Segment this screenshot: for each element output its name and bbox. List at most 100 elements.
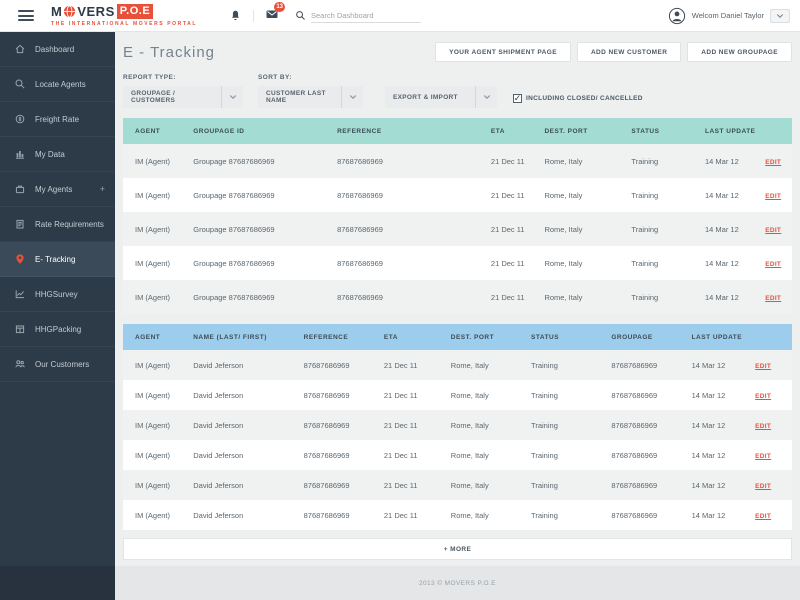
- edit-cell: EDIT: [755, 470, 792, 500]
- cell: 21 Dec 11: [491, 178, 545, 212]
- export-import-select[interactable]: EXPORT & IMPORT: [385, 86, 497, 108]
- cell: 21 Dec 11: [384, 470, 451, 500]
- column-header: DEST. PORT: [451, 324, 531, 350]
- cell: IM (Agent): [123, 212, 193, 246]
- cell: Training: [631, 144, 705, 178]
- sort-by-value: CUSTOMER LAST NAME: [258, 90, 341, 104]
- edit-link[interactable]: EDIT: [755, 453, 771, 460]
- sort-by-label: SORT BY:: [258, 74, 363, 81]
- sidebar-item-label: Freight Rate: [35, 115, 79, 124]
- logo[interactable]: M VERS P.O.E THE INTERNATIONAL MOVERS PO…: [51, 4, 197, 27]
- column-header: NAME (LAST/ FIRST): [193, 324, 303, 350]
- search-icon: [14, 78, 26, 90]
- sidebar-item-label: E- Tracking: [35, 255, 75, 264]
- sidebar-item-hhgpacking[interactable]: HHGPacking: [0, 312, 115, 347]
- avatar-icon[interactable]: [668, 7, 686, 25]
- cell: 14 Mar 12: [692, 440, 756, 470]
- sidebar-item-freight-rate[interactable]: Freight Rate: [0, 102, 115, 137]
- edit-link[interactable]: EDIT: [765, 295, 781, 302]
- add-new-customer-button[interactable]: ADD NEW CUSTOMER: [577, 42, 681, 62]
- table-row: IM (Agent)Groupage 876876869698768768696…: [123, 144, 792, 178]
- customers-table: AGENT NAME (LAST/ FIRST) REFERENCE ETA D…: [123, 324, 792, 530]
- sidebar-item-my-agents[interactable]: My Agents +: [0, 172, 115, 207]
- cell: 87687686969: [611, 470, 691, 500]
- logo-part2: VERS: [77, 5, 114, 18]
- cell: Rome, Italy: [451, 380, 531, 410]
- edit-link[interactable]: EDIT: [755, 483, 771, 490]
- cell: 87687686969: [337, 144, 491, 178]
- column-header: AGENT: [123, 118, 193, 144]
- briefcase-icon: [14, 183, 26, 195]
- sidebar-item-e-tracking[interactable]: E- Tracking: [0, 242, 115, 277]
- column-header: LAST UPDATE: [692, 324, 756, 350]
- edit-cell: EDIT: [765, 280, 792, 314]
- edit-link[interactable]: EDIT: [765, 159, 781, 166]
- sidebar-item-label: HHGPacking: [35, 325, 81, 334]
- cell: 14 Mar 12: [705, 178, 765, 212]
- cell: 87687686969: [337, 246, 491, 280]
- column-header: REFERENCE: [337, 118, 491, 144]
- edit-link[interactable]: EDIT: [755, 363, 771, 370]
- cell: Training: [631, 178, 705, 212]
- cell: Groupage 87687686969: [193, 212, 337, 246]
- cell: Rome, Italy: [451, 440, 531, 470]
- user-menu-button[interactable]: [770, 9, 790, 23]
- cell: Training: [531, 470, 611, 500]
- edit-cell: EDIT: [765, 178, 792, 212]
- edit-link[interactable]: EDIT: [765, 193, 781, 200]
- map-pin-icon: [14, 253, 26, 265]
- column-header: GROUPAGE ID: [193, 118, 337, 144]
- edit-link[interactable]: EDIT: [765, 261, 781, 268]
- sidebar-item-rate-requirements[interactable]: Rate Requirements: [0, 207, 115, 242]
- cell: 14 Mar 12: [705, 280, 765, 314]
- table-row: IM (Agent)Groupage 876876869698768768696…: [123, 212, 792, 246]
- sidebar-item-locate-agents[interactable]: Locate Agents: [0, 67, 115, 102]
- cell: Rome, Italy: [451, 470, 531, 500]
- your-agent-shipment-page-button[interactable]: YOUR AGENT SHIPMENT PAGE: [435, 42, 571, 62]
- page-title: E - Tracking: [123, 44, 215, 61]
- cell: 21 Dec 11: [384, 350, 451, 380]
- edit-link[interactable]: EDIT: [765, 227, 781, 234]
- cell: Rome, Italy: [544, 144, 631, 178]
- cell: 14 Mar 12: [705, 144, 765, 178]
- line-chart-icon: [14, 288, 26, 300]
- cell: IM (Agent): [123, 410, 193, 440]
- edit-column-header: [755, 324, 792, 350]
- edit-link[interactable]: EDIT: [755, 393, 771, 400]
- sidebar-item-my-data[interactable]: My Data: [0, 137, 115, 172]
- search-input[interactable]: [311, 9, 421, 23]
- bell-icon[interactable]: [229, 9, 242, 22]
- expand-plus-icon[interactable]: +: [100, 184, 105, 194]
- including-closed-checkbox[interactable]: ✓ INCLUDING CLOSED/ CANCELLED: [513, 94, 643, 103]
- sidebar-item-dashboard[interactable]: Dashboard: [0, 32, 115, 67]
- copyright-text: 2013 © MOVERS P.O.E: [419, 580, 496, 587]
- cell: Training: [531, 380, 611, 410]
- search-box: [295, 9, 421, 23]
- cell: 14 Mar 12: [692, 380, 756, 410]
- search-icon: [295, 10, 306, 21]
- sidebar-item-our-customers[interactable]: Our Customers: [0, 347, 115, 382]
- logo-badge: P.O.E: [117, 4, 153, 19]
- page-actions: YOUR AGENT SHIPMENT PAGE ADD NEW CUSTOME…: [435, 42, 792, 62]
- chevron-down-icon: [475, 86, 497, 108]
- cell: 87687686969: [337, 178, 491, 212]
- report-type-select[interactable]: GROUPAGE / CUSTOMERS: [123, 86, 243, 108]
- add-new-groupage-button[interactable]: ADD NEW GROUPAGE: [687, 42, 792, 62]
- menu-toggle-icon[interactable]: [18, 10, 34, 21]
- messages-icon[interactable]: 13: [265, 7, 279, 25]
- edit-column-header: [765, 118, 792, 144]
- user-welcome-text: Welcom Daniel Taylor: [692, 11, 764, 20]
- edit-cell: EDIT: [755, 440, 792, 470]
- edit-link[interactable]: EDIT: [755, 423, 771, 430]
- cell: 21 Dec 11: [384, 440, 451, 470]
- more-button[interactable]: + MORE: [123, 538, 792, 560]
- edit-link[interactable]: EDIT: [755, 513, 771, 520]
- sidebar-item-label: HHGSurvey: [35, 290, 78, 299]
- sort-by-select[interactable]: CUSTOMER LAST NAME: [258, 86, 363, 108]
- cell: Training: [631, 280, 705, 314]
- sidebar-item-hhgsurvey[interactable]: HHGSurvey: [0, 277, 115, 312]
- cell: 87687686969: [611, 350, 691, 380]
- cell: 14 Mar 12: [705, 246, 765, 280]
- cell: Rome, Italy: [544, 280, 631, 314]
- customers-table-body: IM (Agent)David Jeferson8768768696921 De…: [123, 350, 792, 530]
